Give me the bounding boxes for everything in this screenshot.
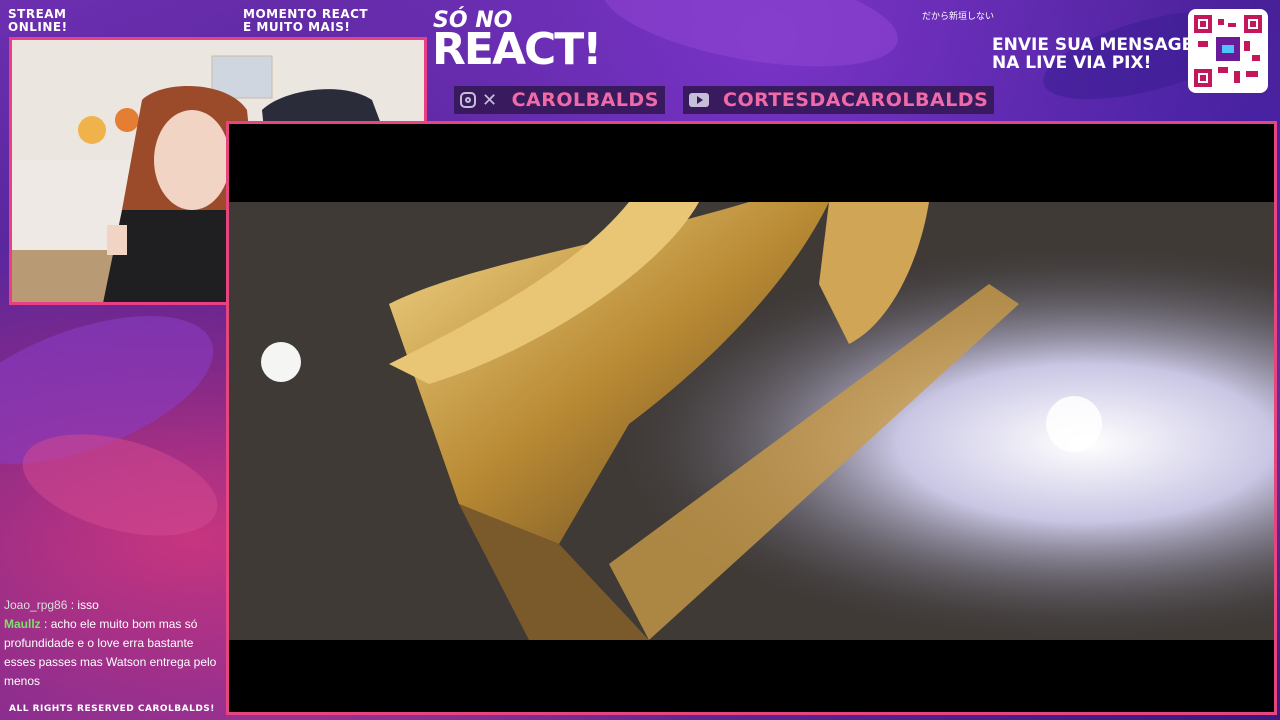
qr-code-icon	[1194, 15, 1262, 87]
title-react: REACT!	[432, 24, 602, 75]
qr-code	[1188, 9, 1268, 93]
chat-message: Maullz : acho ele muito bom mas só profu…	[4, 615, 222, 691]
footer-rights: ALL RIGHTS RESERVED CAROLBALDS!	[9, 704, 215, 714]
chat-separator: :	[44, 617, 51, 631]
social-carolbalds[interactable]: ✕ CAROLBALDS	[454, 86, 665, 114]
stream-status: STREAM ONLINE!	[8, 8, 68, 34]
chat-panel: Joao_rpg86 : isso Maullz : acho ele muit…	[4, 596, 222, 691]
pix-message: ENVIE SUA MENSAGEM NA LIVE VIA PIX!	[992, 36, 1210, 72]
pix-line1: ENVIE SUA MENSAGEM	[992, 35, 1211, 55]
youtube-icon	[689, 93, 709, 107]
social-handle: CORTESDACAROLBALDS	[723, 89, 989, 111]
japanese-text: だから新垣しない	[922, 12, 995, 22]
chat-username: Maullz	[4, 617, 41, 631]
video-player[interactable]	[226, 121, 1277, 715]
momento-label: MOMENTO REACT E MUITO MAIS!	[243, 8, 368, 34]
chat-text: isso	[77, 598, 99, 612]
momento-line2: E MUITO MAIS!	[243, 20, 351, 34]
instagram-icon	[460, 92, 476, 108]
video-frame-content	[229, 124, 1274, 712]
stream-status-line2: ONLINE!	[8, 20, 68, 34]
chat-username: Joao_rpg86	[4, 598, 68, 612]
social-handle: CAROLBALDS	[511, 89, 659, 111]
social-cortesdacarolbalds[interactable]: CORTESDACAROLBALDS	[683, 86, 995, 114]
pix-line2: NA LIVE VIA PIX!	[992, 53, 1152, 73]
chat-message: Joao_rpg86 : isso	[4, 596, 222, 615]
x-icon: ✕	[482, 89, 498, 111]
